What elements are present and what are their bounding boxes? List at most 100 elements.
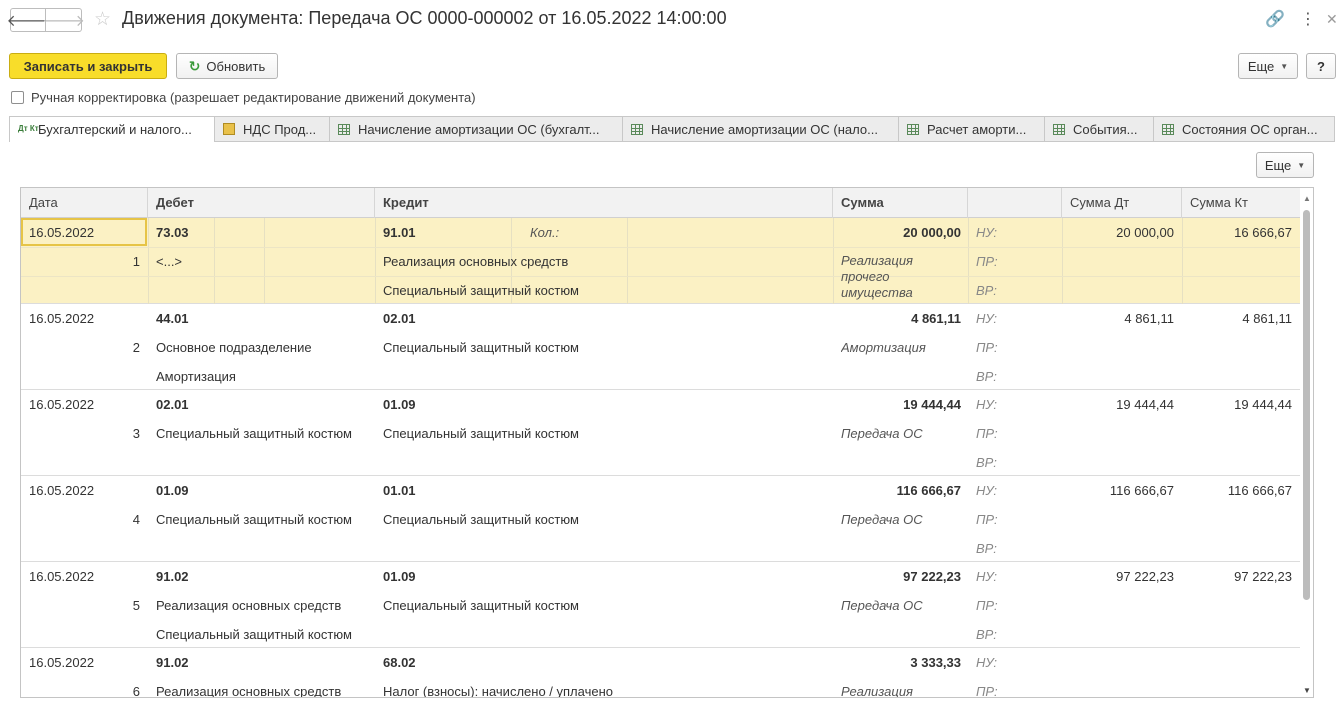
credit-account: 02.01 (383, 311, 416, 326)
column-header-sum[interactable]: Сумма (833, 188, 968, 218)
entry-date: 16.05.2022 (29, 311, 95, 326)
refresh-button[interactable]: ↻ Обновить (176, 53, 278, 79)
column-header-date[interactable]: Дата (21, 188, 148, 218)
tab-depreciation-accounting[interactable]: Начисление амортизации ОС (бухгалт... (330, 116, 623, 142)
credit-subconto-2 (383, 448, 828, 477)
entry-date: 16.05.2022 (29, 483, 95, 498)
credit-subconto-2 (383, 534, 828, 563)
sum-kt-value: 4 861,11 (1242, 311, 1292, 326)
credit-quantity-label: Кол.: (530, 225, 560, 240)
tax-nu-label: НУ: (976, 397, 998, 412)
debit-account: 73.03 (156, 225, 189, 240)
scrollbar-thumb[interactable] (1303, 210, 1310, 600)
manual-edit-checkbox-row[interactable]: Ручная корректировка (разрешает редактир… (11, 90, 476, 105)
forward-button[interactable]: 🡒 (42, 8, 85, 32)
entry-date: 16.05.2022 (29, 225, 95, 240)
grid-more-label: Еще (1264, 157, 1292, 173)
entry-line-number: 5 (132, 598, 140, 613)
table-row[interactable]: 16.05.2022 5 91.02 Реализация основных сред… (21, 562, 1301, 648)
sum-kt-value: 19 444,44 (1234, 397, 1292, 412)
table-row[interactable]: 16.05.2022 6 91.02 Реализация основных сред… (21, 648, 1301, 698)
tax-pr-label: ПР: (976, 426, 998, 441)
debit-subconto-2 (156, 534, 371, 563)
favorite-star-icon[interactable]: ☆ (94, 8, 111, 31)
back-button[interactable]: 🡐 (7, 8, 49, 32)
table-row[interactable]: 16.05.2022 1 73.03 <...> 91.01 Кол.: Реализаци… (21, 218, 1301, 304)
credit-account: 01.01 (383, 483, 416, 498)
sum-kt-value: 16 666,67 (1234, 225, 1292, 240)
tab-asset-states[interactable]: Состояния ОС орган... (1154, 116, 1335, 142)
grid-more-button[interactable]: Еще ▼ (1256, 152, 1314, 178)
tab-label: Начисление амортизации ОС (нало... (651, 121, 878, 137)
close-icon[interactable]: ✕ (1326, 11, 1338, 28)
more-button[interactable]: Еще ▼ (1238, 53, 1298, 79)
credit-subconto-1: Специальный защитный костюм (383, 598, 579, 613)
entry-sum: 3 333,33 (910, 655, 961, 670)
entry-sum: 4 861,11 (911, 311, 961, 326)
tax-pr-label: ПР: (976, 512, 998, 527)
debit-subconto-2: Амортизация (156, 369, 236, 384)
save-and-close-button[interactable]: Записать и закрыть (9, 53, 167, 79)
navigation-buttons: 🡐 🡒 (7, 8, 85, 32)
entries-grid[interactable]: Дата Дебет Кредит Сумма Сумма Дт Сумма К… (20, 187, 1314, 698)
entry-date: 16.05.2022 (29, 569, 95, 584)
table-row[interactable]: 16.05.2022 2 44.01 Основное подразделение Ам… (21, 304, 1301, 390)
tab-events[interactable]: События... (1045, 116, 1154, 142)
entry-date: 16.05.2022 (29, 397, 95, 412)
refresh-icon: ↻ (188, 57, 201, 74)
entry-content: Реализация прочего имущества (841, 253, 913, 300)
sum-kt-value (1186, 648, 1292, 677)
tab-depreciation-tax[interactable]: Начисление амортизации ОС (нало... (623, 116, 899, 142)
tab-accounting-tax[interactable]: Дт Кт Бухгалтерский и налого... (9, 116, 215, 142)
credit-account: 01.09 (383, 569, 416, 584)
entry-line-number: 2 (132, 340, 140, 355)
vertical-scrollbar[interactable]: ▲ ▼ (1300, 188, 1313, 697)
tax-pr-label: ПР: (976, 254, 998, 269)
tab-label: Расчет аморти... (927, 121, 1027, 137)
table-row[interactable]: 16.05.2022 4 01.09 Специальный защитный кос… (21, 476, 1301, 562)
grid-header: Дата Дебет Кредит Сумма Сумма Дт Сумма К… (21, 188, 1301, 218)
register-tabs: Дт Кт Бухгалтерский и налого... НДС Прод… (9, 116, 1335, 142)
column-header-sum-dt[interactable]: Сумма Дт (1062, 188, 1182, 218)
column-header-credit[interactable]: Кредит (375, 188, 833, 218)
column-header-sum-kt[interactable]: Сумма Кт (1182, 188, 1301, 218)
vat-register-icon (223, 123, 235, 135)
debit-subconto-1: Реализация основных средств (156, 598, 342, 613)
tab-label: НДС Прод... (243, 121, 317, 137)
sum-dt-value: 116 666,67 (1109, 483, 1174, 498)
entry-date: 16.05.2022 (29, 655, 95, 670)
sum-dt-value: 4 861,11 (1124, 311, 1174, 326)
scroll-down-icon[interactable]: ▼ (1303, 686, 1311, 695)
grid-rows: 16.05.2022 1 73.03 <...> 91.01 Кол.: Реализаци… (21, 218, 1301, 698)
entry-sum: 116 666,67 (896, 483, 961, 498)
table-row[interactable]: 16.05.2022 3 02.01 Специальный защитный кос… (21, 390, 1301, 476)
chevron-down-icon: ▼ (1280, 61, 1289, 71)
more-actions-icon[interactable]: ⋮ (1300, 9, 1316, 29)
debit-subconto-1: Реализация основных средств (156, 684, 342, 698)
tax-pr-label: ПР: (976, 684, 998, 698)
scroll-up-icon[interactable]: ▲ (1303, 194, 1311, 203)
debit-subconto-2 (156, 276, 371, 305)
tax-pr-label: ПР: (976, 340, 998, 355)
debit-account: 44.01 (156, 311, 189, 326)
link-icon[interactable]: 🔗 (1265, 9, 1285, 29)
tab-label: Состояния ОС орган... (1182, 121, 1318, 137)
help-button[interactable]: ? (1306, 53, 1336, 79)
credit-subconto-2 (383, 362, 828, 391)
tab-depreciation-calc[interactable]: Расчет аморти... (899, 116, 1045, 142)
debit-account: 91.02 (156, 569, 189, 584)
debit-subconto-2 (156, 448, 371, 477)
credit-account: 68.02 (383, 655, 416, 670)
entry-line-number: 4 (132, 512, 140, 527)
tax-nu-label: НУ: (976, 483, 998, 498)
cell-divider (375, 218, 376, 304)
manual-edit-checkbox[interactable] (11, 91, 24, 104)
column-header-tax-type[interactable] (968, 188, 1062, 218)
tab-label: События... (1073, 121, 1138, 137)
tax-vr-label: ВР: (976, 627, 997, 642)
help-label: ? (1317, 58, 1325, 74)
sum-kt-value: 97 222,23 (1234, 569, 1292, 584)
credit-subconto-1: Специальный защитный костюм (383, 426, 579, 441)
column-header-debit[interactable]: Дебет (148, 188, 375, 218)
tab-vat-sales[interactable]: НДС Прод... (215, 116, 330, 142)
